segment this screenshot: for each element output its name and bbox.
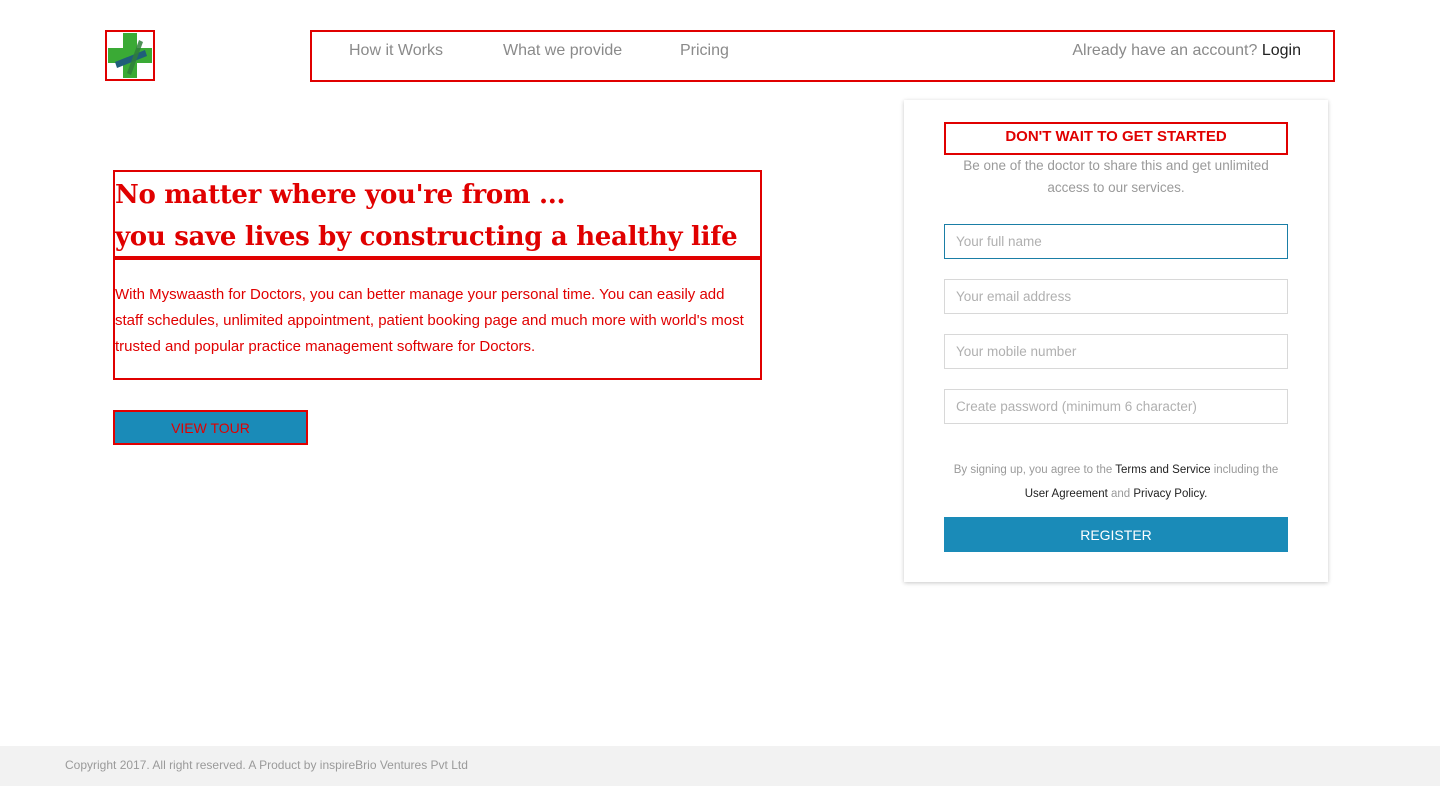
login-link[interactable]: Login (1262, 42, 1301, 59)
mobile-input[interactable] (944, 334, 1288, 369)
signup-heading: DON'T WAIT TO GET STARTED (944, 122, 1288, 155)
terms-middle: including the (1213, 464, 1279, 476)
footer: Copyright 2017. All right reserved. A Pr… (0, 746, 1440, 786)
nav-pricing[interactable]: Pricing (680, 42, 729, 60)
hero-title: No matter where you're from ... you save… (113, 170, 762, 258)
account-prompt-text: Already have an account? (1072, 42, 1258, 59)
copyright-text: Copyright 2017. All right reserved. A Pr… (65, 758, 468, 772)
top-navigation: How it Works What we provide Pricing Alr… (310, 30, 1335, 82)
site-logo[interactable] (105, 30, 155, 81)
user-agreement-link[interactable]: User Agreement (1025, 488, 1108, 500)
terms-prefix: By signing up, you agree to the (953, 464, 1113, 476)
password-input[interactable] (944, 389, 1288, 424)
nav-how-it-works[interactable]: How it Works (349, 42, 443, 60)
account-prompt: Already have an account? Login (1072, 42, 1301, 60)
hero-title-line-2: you save lives by constructing a healthy… (115, 222, 738, 252)
privacy-policy-link[interactable]: Privacy Policy. (1133, 488, 1207, 500)
full-name-input[interactable] (944, 224, 1288, 259)
nav-what-we-provide[interactable]: What we provide (503, 42, 622, 60)
email-input[interactable] (944, 279, 1288, 314)
green-cross-logo-icon (108, 33, 152, 78)
terms-of-service-link[interactable]: Terms and Service (1115, 464, 1210, 476)
view-tour-button[interactable]: VIEW TOUR (113, 410, 308, 445)
hero-description: With Myswaasth for Doctors, you can bett… (113, 258, 762, 380)
signup-subheading: Be one of the doctor to share this and g… (963, 158, 1269, 195)
signup-card: DON'T WAIT TO GET STARTED Be one of the … (904, 100, 1328, 582)
terms-notice: By signing up, you agree to the Terms an… (944, 458, 1288, 506)
hero-title-line-1: No matter where you're from ... (115, 180, 566, 210)
register-button[interactable]: REGISTER (944, 517, 1288, 552)
terms-and: and (1111, 488, 1131, 500)
